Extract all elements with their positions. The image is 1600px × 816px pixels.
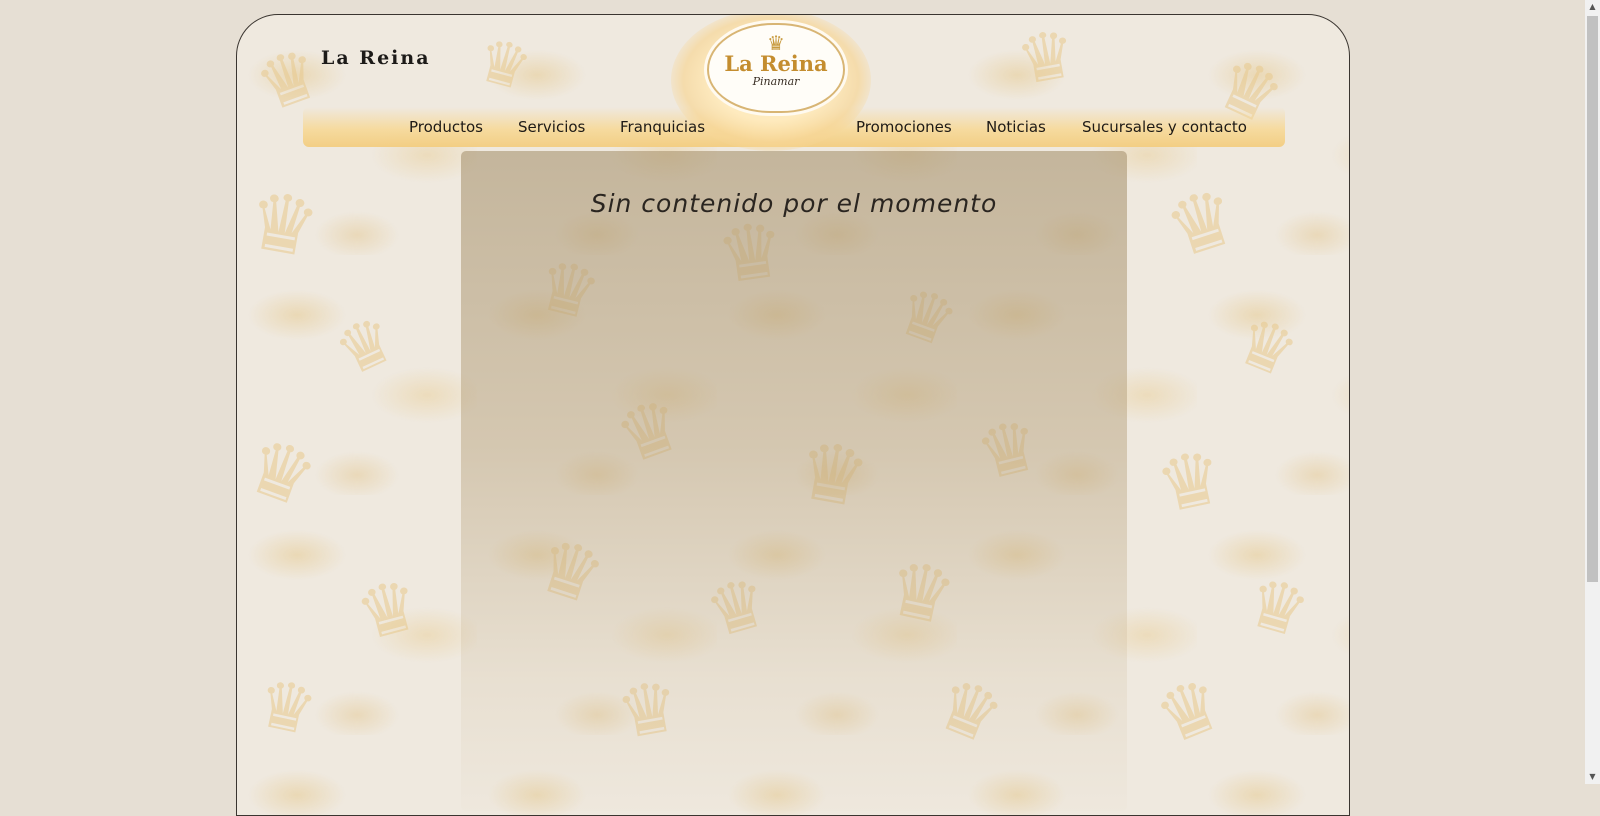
nav-item-franquicias[interactable]: Franquicias	[620, 118, 705, 136]
crown-pattern-icon: ♛	[249, 663, 324, 752]
crown-pattern-icon: ♛	[1148, 433, 1232, 531]
vertical-scrollbar[interactable]: ▲ ▼	[1585, 0, 1600, 784]
nav-item-noticias[interactable]: Noticias	[986, 118, 1046, 136]
scroll-down-icon[interactable]: ▼	[1585, 770, 1600, 784]
scroll-up-icon[interactable]: ▲	[1585, 0, 1600, 14]
crown-pattern-icon: ♛	[1237, 562, 1318, 655]
crown-pattern-icon: ♛	[1154, 170, 1250, 278]
crown-pattern-icon: ♛	[236, 419, 329, 526]
nav-item-servicios[interactable]: Servicios	[518, 118, 585, 136]
site-logo[interactable]: ♛ La Reina Pinamar	[707, 23, 845, 113]
scrollbar-thumb[interactable]	[1587, 16, 1598, 582]
page-container: ♛ ♛ ♛ ♛ ♛ ♛ ♛ ♛ ♛ ♛ ♛ ♛ ♛ ♛ ♛ ♛ ♛ ♛ ♛ ♛ …	[236, 14, 1350, 816]
nav-item-sucursales[interactable]: Sucursales y contacto	[1082, 118, 1247, 136]
empty-content-message: Sin contenido por el momento	[590, 189, 998, 218]
content-panel: Sin contenido por el momento	[461, 151, 1127, 811]
nav-item-promociones[interactable]: Promociones	[856, 118, 952, 136]
crown-pattern-icon: ♛	[239, 172, 327, 277]
brand-text: La Reina	[321, 47, 431, 69]
crown-pattern-icon: ♛	[1143, 659, 1235, 763]
crown-pattern-icon: ♛	[468, 24, 539, 106]
nav-item-productos[interactable]: Productos	[409, 118, 483, 136]
crown-pattern-icon: ♛	[1010, 14, 1083, 101]
logo-name: La Reina	[724, 51, 828, 76]
crown-pattern-icon: ♛	[1224, 300, 1309, 395]
logo-subtitle: Pinamar	[752, 75, 800, 89]
crown-pattern-icon: ♛	[324, 301, 408, 393]
crown-pattern-icon: ♛	[347, 562, 430, 658]
crown-icon: ♛	[767, 31, 785, 55]
